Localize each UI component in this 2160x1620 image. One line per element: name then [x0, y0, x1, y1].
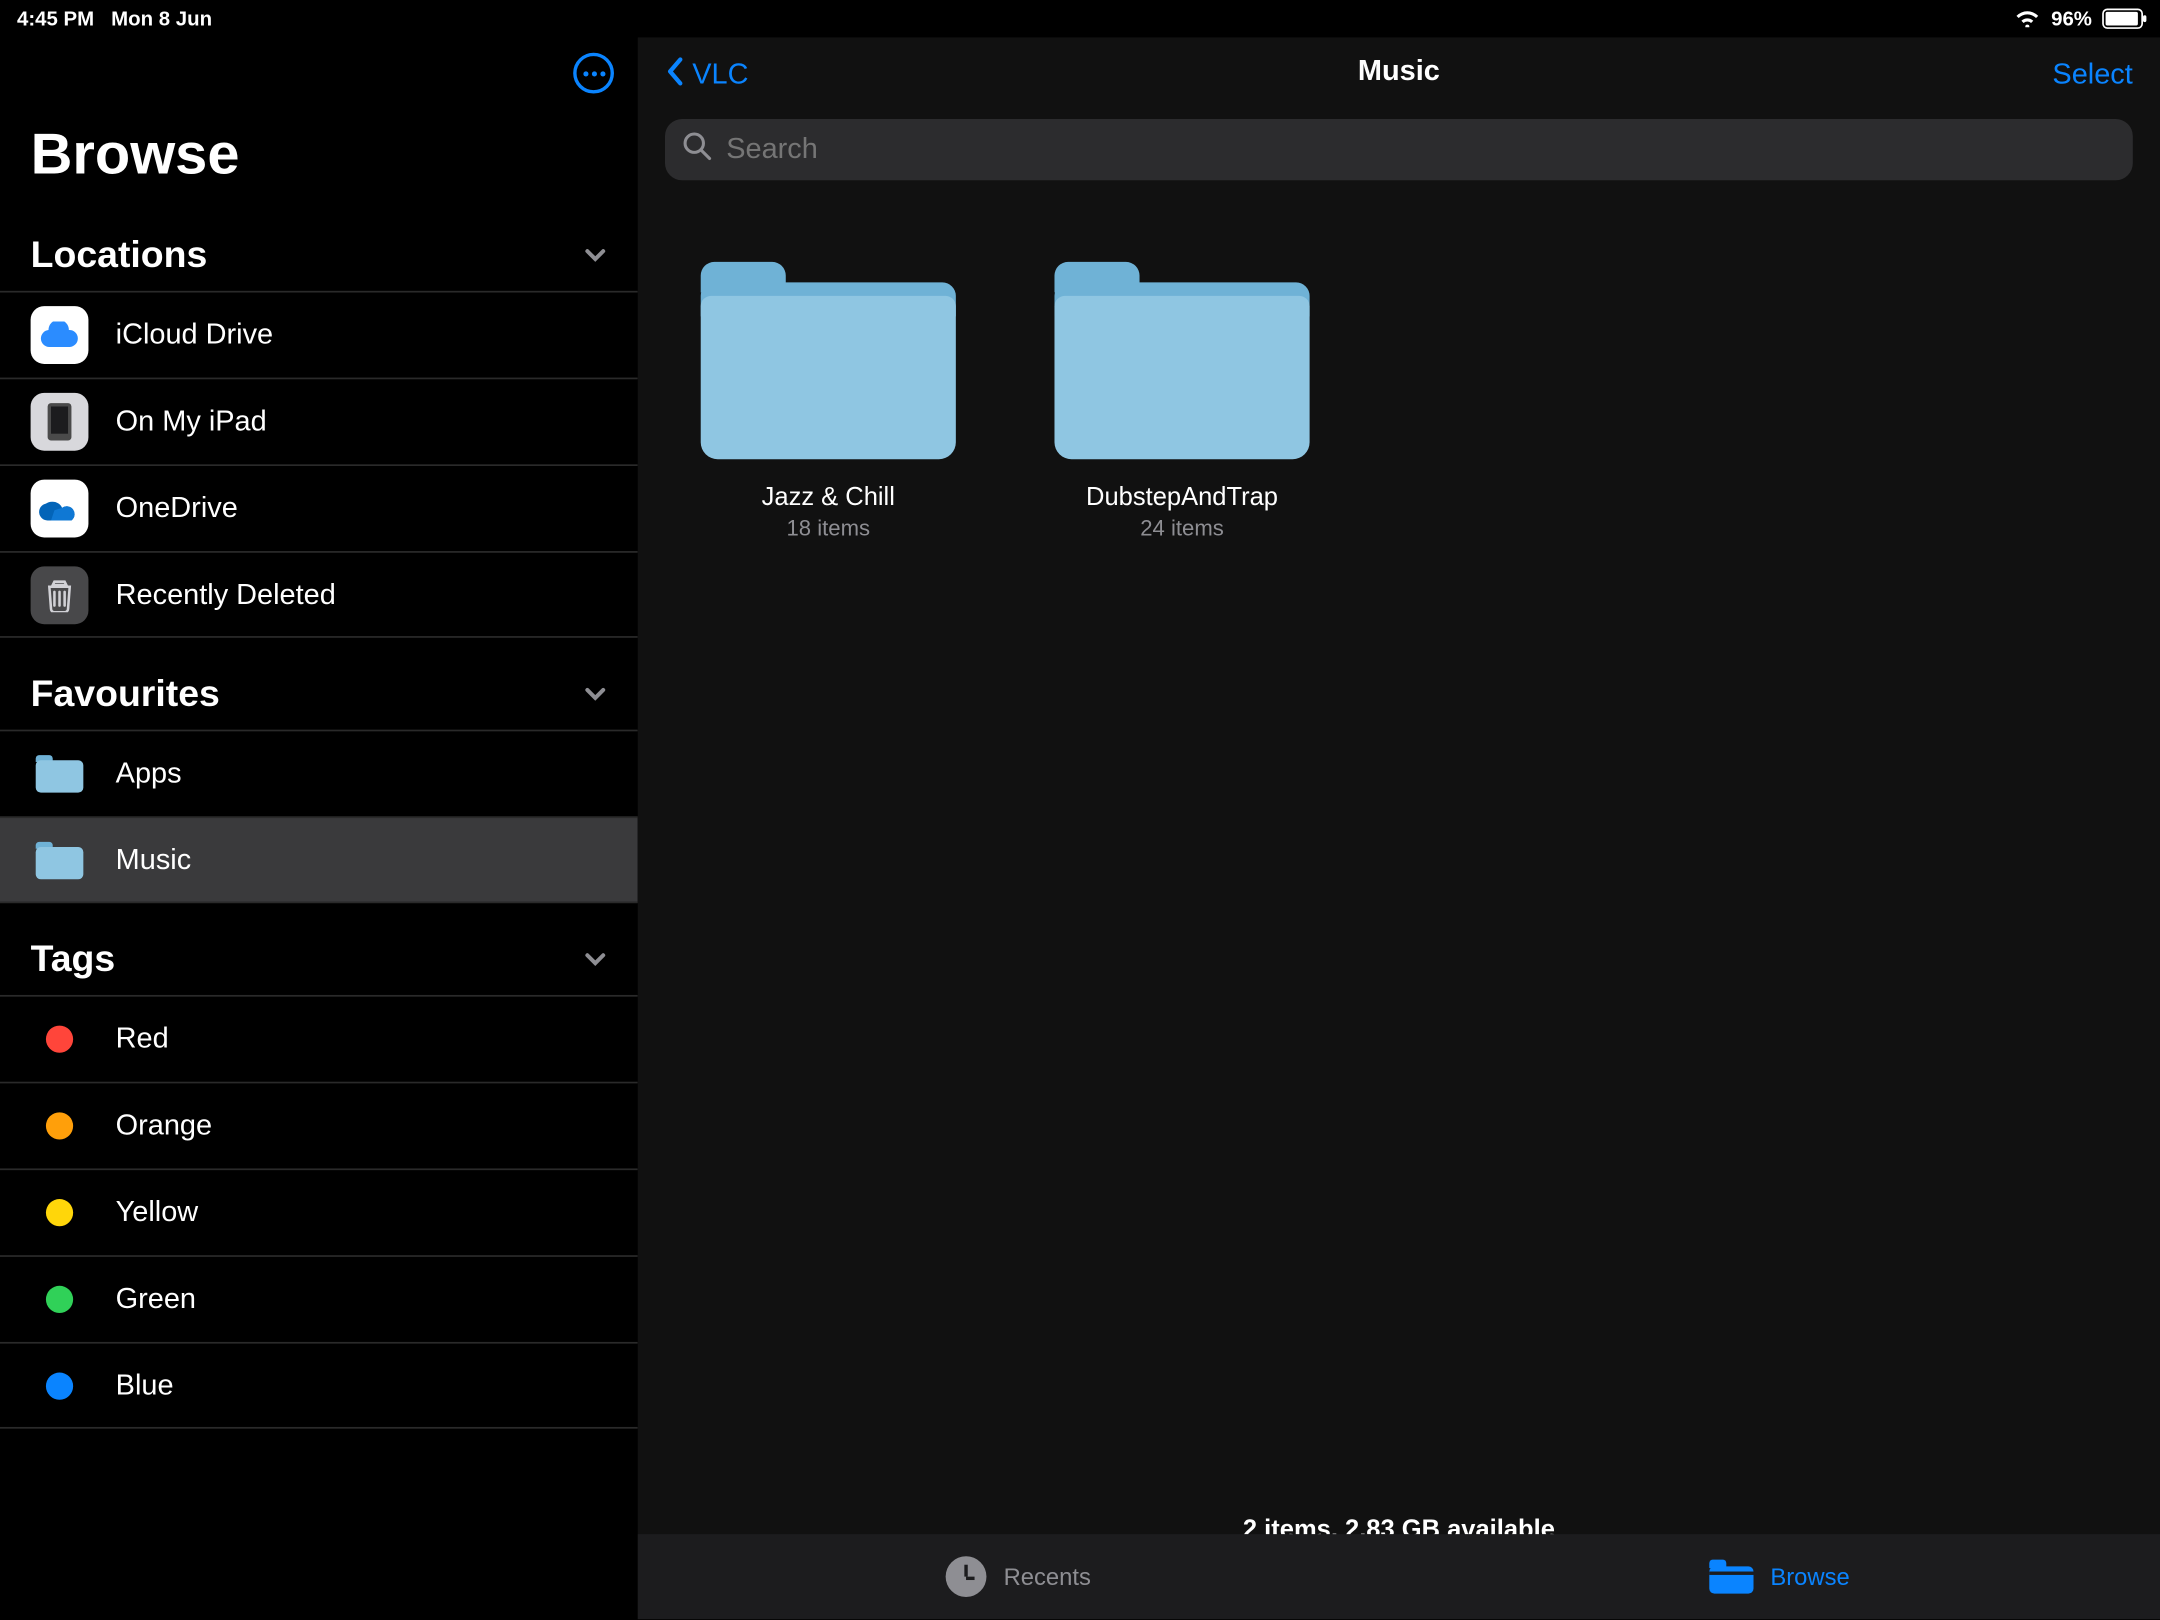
chevron-left-icon	[665, 55, 685, 94]
tag-item-orange[interactable]: Orange	[0, 1082, 638, 1169]
tag-item-yellow[interactable]: Yellow	[0, 1168, 638, 1255]
folder-icon	[1054, 262, 1309, 459]
tag-item-blue[interactable]: Blue	[0, 1342, 638, 1429]
folder-icon	[1709, 1560, 1753, 1594]
folder-grid: Jazz & Chill 18 items DubstepAndTrap 24 …	[638, 201, 2160, 602]
sidebar-item-label: iCloud Drive	[116, 318, 273, 352]
content-pane: VLC Music Select Jazz & Chi	[638, 37, 2160, 1619]
tab-browse[interactable]: Browse	[1399, 1534, 2160, 1619]
tag-item-red[interactable]: Red	[0, 995, 638, 1082]
chevron-down-icon	[583, 672, 607, 716]
app-root: 4:45 PM Mon 8 Jun 96% Browse Locat	[0, 0, 2160, 1619]
sidebar-top	[0, 37, 638, 102]
nav-title: Music	[1358, 54, 1440, 88]
status-date: Mon 8 Jun	[111, 7, 212, 31]
folder-icon	[31, 831, 89, 889]
ipad-icon	[31, 393, 89, 451]
search-field[interactable]	[665, 119, 2133, 180]
tag-dot-icon	[31, 1097, 89, 1155]
tag-dot-icon	[31, 1184, 89, 1242]
sidebar-item-icloud-drive[interactable]: iCloud Drive	[0, 291, 638, 378]
locations-list: iCloud Drive On My iPad OneDrive	[0, 291, 638, 638]
tag-dot-icon	[31, 1270, 89, 1328]
clock-icon	[946, 1556, 987, 1597]
tab-label: Browse	[1770, 1563, 1849, 1590]
trash-icon	[31, 566, 89, 624]
nav-bar: VLC Music Select	[638, 37, 2160, 112]
back-button[interactable]: VLC	[665, 55, 748, 94]
status-left: 4:45 PM Mon 8 Jun	[17, 7, 212, 31]
folder-meta: 18 items	[786, 515, 870, 541]
section-label: Locations	[31, 233, 208, 277]
tag-label: Green	[116, 1282, 196, 1316]
chevron-down-icon	[583, 233, 607, 277]
sidebar-item-music[interactable]: Music	[0, 816, 638, 903]
section-header-locations[interactable]: Locations	[0, 223, 638, 291]
tag-label: Yellow	[116, 1196, 199, 1230]
status-bar: 4:45 PM Mon 8 Jun 96%	[0, 0, 2160, 37]
tag-dot-icon	[31, 1010, 89, 1068]
split-view: Browse Locations iCloud Drive	[0, 37, 2160, 1619]
sidebar-item-label: On My iPad	[116, 405, 267, 439]
search-wrap	[638, 112, 2160, 200]
section-label: Favourites	[31, 672, 220, 716]
chevron-down-icon	[583, 937, 607, 981]
folder-icon	[31, 745, 89, 803]
tag-label: Orange	[116, 1109, 212, 1143]
section-label: Tags	[31, 937, 116, 981]
sidebar-title: Browse	[0, 102, 638, 223]
sidebar-item-label: Recently Deleted	[116, 577, 336, 611]
search-input[interactable]	[726, 133, 2116, 167]
favourites-list: Apps Music	[0, 730, 638, 903]
sidebar-item-on-my-ipad[interactable]: On My iPad	[0, 378, 638, 465]
sidebar-item-label: OneDrive	[116, 492, 238, 526]
sidebar-item-label: Apps	[116, 757, 182, 791]
more-button[interactable]	[573, 53, 614, 94]
status-right: 96%	[2014, 6, 2143, 32]
status-time: 4:45 PM	[17, 7, 94, 31]
tag-label: Red	[116, 1022, 169, 1056]
icloud-icon	[31, 306, 89, 364]
tag-item-green[interactable]: Green	[0, 1255, 638, 1342]
tags-list: Red Orange Yellow Green Blue	[0, 995, 638, 1429]
folder-meta: 24 items	[1140, 515, 1224, 541]
sidebar: Browse Locations iCloud Drive	[0, 37, 638, 1619]
tab-recents[interactable]: Recents	[638, 1534, 1399, 1619]
select-button[interactable]: Select	[2052, 58, 2132, 92]
section-header-favourites[interactable]: Favourites	[0, 662, 638, 730]
sidebar-item-label: Music	[116, 843, 192, 877]
tab-label: Recents	[1004, 1563, 1091, 1590]
folder-name: Jazz & Chill	[762, 483, 895, 512]
sidebar-item-onedrive[interactable]: OneDrive	[0, 464, 638, 551]
tag-label: Blue	[116, 1368, 174, 1402]
wifi-icon	[2014, 6, 2041, 32]
section-header-tags[interactable]: Tags	[0, 927, 638, 995]
sidebar-item-apps[interactable]: Apps	[0, 730, 638, 817]
back-label: VLC	[692, 58, 748, 92]
folder-name: DubstepAndTrap	[1086, 483, 1278, 512]
folder-icon	[701, 262, 956, 459]
battery-fill	[2106, 12, 2138, 26]
tab-bar: Recents Browse	[638, 1534, 2160, 1619]
battery-icon	[2102, 9, 2143, 29]
tag-dot-icon	[31, 1356, 89, 1414]
folder-item[interactable]: Jazz & Chill 18 items	[699, 262, 958, 541]
folder-item[interactable]: DubstepAndTrap 24 items	[1053, 262, 1312, 541]
search-icon	[682, 130, 713, 169]
battery-percent: 96%	[2051, 7, 2092, 31]
onedrive-icon	[31, 480, 89, 538]
sidebar-item-recently-deleted[interactable]: Recently Deleted	[0, 551, 638, 638]
